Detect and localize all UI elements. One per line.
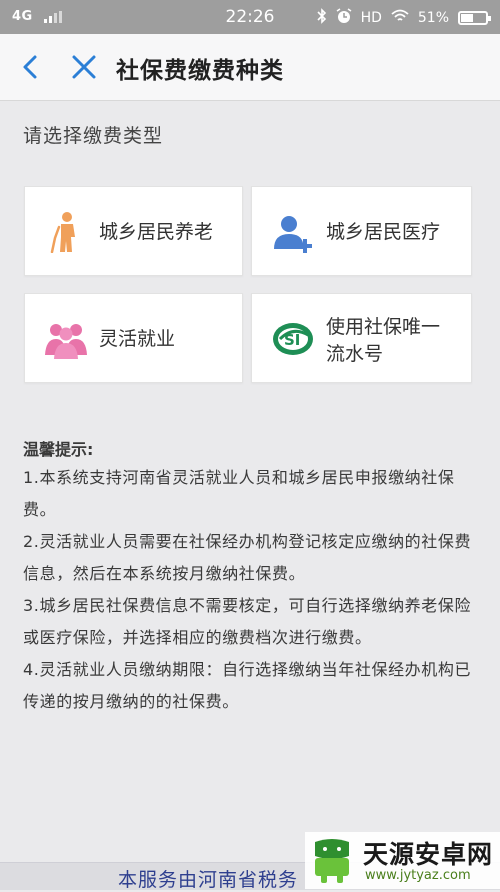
section-prompt: 请选择缴费类型 — [23, 125, 164, 147]
watermark-url: www.jytyaz.com — [365, 868, 471, 883]
bluetooth-icon — [316, 8, 327, 28]
svg-text:SI: SI — [284, 331, 300, 349]
wifi-icon — [391, 9, 409, 27]
option-unique-serial-number[interactable]: SI 使用社保唯一 流水号 — [251, 293, 472, 383]
page-title: 社保费缴费种类 — [116, 58, 284, 84]
option-urban-rural-pension[interactable]: 城乡居民养老 — [24, 186, 243, 276]
tips-heading: 温馨提示: — [23, 440, 94, 459]
tips-section: 温馨提示: 1.本系统支持河南省灵活就业人员和城乡居民申报缴纳社保费。 2.灵活… — [23, 438, 475, 718]
navigation-bar: 社保费缴费种类 — [0, 34, 500, 101]
user-plus-icon — [272, 213, 314, 255]
elderly-person-icon — [45, 211, 87, 254]
tip-item: 1.本系统支持河南省灵活就业人员和城乡居民申报缴纳社保费。 — [23, 468, 455, 519]
tip-item: 4.灵活就业人员缴纳期限：自行选择缴纳当年社保经办机构已传递的按月缴纳的的社保费… — [23, 660, 472, 711]
battery-percent: 51% — [417, 10, 449, 26]
option-label: 城乡居民医疗 — [326, 221, 441, 243]
social-insurance-logo-icon: SI — [272, 318, 314, 360]
watermark-name: 天源安卓网 — [363, 840, 494, 869]
chevron-left-icon[interactable] — [18, 53, 44, 81]
watermark: 天源安卓网 www.jytyaz.com — [305, 832, 500, 889]
option-flexible-employment[interactable]: 灵活就业 — [24, 293, 243, 383]
option-label: 城乡居民养老 — [99, 221, 214, 243]
alarm-icon — [336, 8, 352, 28]
battery-icon — [458, 11, 491, 25]
option-label: 使用社保唯一 流水号 — [326, 316, 441, 365]
tip-item: 3.城乡居民社保费信息不需要核定，可自行选择缴纳养老保险或医疗保险，并选择相应的… — [23, 596, 472, 647]
status-bar: 4G 22:26 HD 51% — [0, 0, 500, 34]
option-urban-rural-medical[interactable]: 城乡居民医疗 — [251, 186, 472, 276]
option-label: 灵活就业 — [99, 328, 176, 350]
people-group-icon — [45, 319, 87, 361]
close-icon[interactable] — [70, 53, 98, 81]
footer-text: 本服务由河南省税务 — [118, 869, 299, 891]
hd-badge: HD — [360, 10, 382, 26]
tip-item: 2.灵活就业人员需要在社保经办机构登记核定应缴纳的社保费信息，然后在本系统按月缴… — [23, 532, 472, 583]
android-logo-icon — [309, 836, 355, 884]
